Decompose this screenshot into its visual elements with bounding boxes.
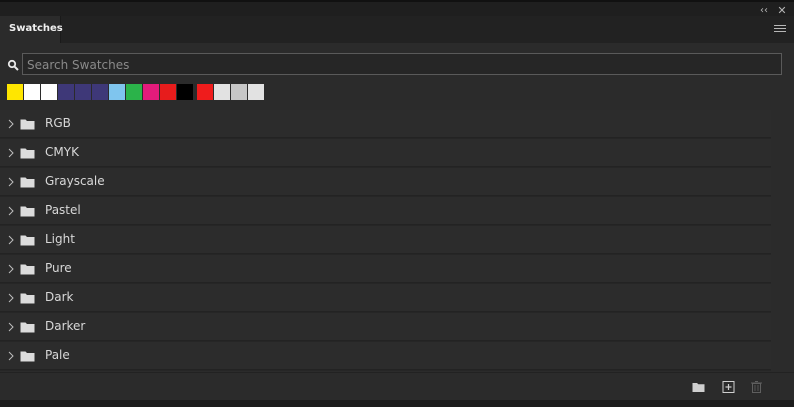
swatch[interactable] <box>143 84 159 100</box>
swatch-group-row[interactable]: Dark <box>0 284 771 312</box>
chevron-right-icon[interactable] <box>7 351 15 361</box>
swatch-group-label: Grayscale <box>45 174 105 188</box>
swatch-group-row[interactable]: Pure <box>0 255 771 283</box>
swatch-group-label: Pale <box>45 348 70 362</box>
swatch-group-row[interactable]: Light <box>0 226 771 254</box>
chevron-right-icon[interactable] <box>7 148 15 158</box>
swatch[interactable] <box>126 84 142 100</box>
folder-icon <box>20 119 35 130</box>
folder-icon <box>20 264 35 275</box>
search-input[interactable] <box>23 55 781 75</box>
swatch-group-label: CMYK <box>45 145 79 159</box>
search-field[interactable] <box>22 53 782 75</box>
swatch-group-label: Pure <box>45 261 72 275</box>
folder-icon <box>20 322 35 333</box>
new-folder-icon[interactable] <box>692 381 705 393</box>
folder-icon <box>20 351 35 362</box>
search-icon <box>7 59 19 71</box>
folder-icon <box>20 293 35 304</box>
panel-title-strip: ‹‹ ✕ <box>0 0 794 17</box>
swatch[interactable] <box>24 84 40 100</box>
swatch[interactable] <box>7 84 23 100</box>
trash-icon[interactable] <box>750 381 763 393</box>
hamburger-menu-icon[interactable] <box>774 25 786 34</box>
swatch[interactable] <box>197 84 213 100</box>
tab-label: Swatches <box>9 23 63 34</box>
chevron-right-icon[interactable] <box>7 177 15 187</box>
folder-icon <box>20 177 35 188</box>
folder-icon <box>20 235 35 246</box>
swatch[interactable] <box>231 84 247 100</box>
folder-icon <box>20 148 35 159</box>
swatch-group-row[interactable]: RGB <box>0 110 771 138</box>
recent-swatches <box>7 84 264 100</box>
swatches-panel: RGB CMYK Grayscale Pastel Light Pure Dark Darke… <box>0 43 794 407</box>
folder-icon <box>20 206 35 217</box>
swatch[interactable] <box>214 84 230 100</box>
new-swatch-icon[interactable] <box>722 381 735 393</box>
tab-swatches[interactable]: Swatches <box>0 16 63 43</box>
swatch[interactable] <box>248 84 264 100</box>
chevron-right-icon[interactable] <box>7 235 15 245</box>
swatch[interactable] <box>92 84 108 100</box>
swatch-group-label: RGB <box>45 116 71 130</box>
swatch-group-row[interactable]: CMYK <box>0 139 771 167</box>
chevron-right-icon[interactable] <box>7 206 15 216</box>
swatch-group-label: Light <box>45 232 75 246</box>
swatch-spacer <box>194 84 196 100</box>
swatch[interactable] <box>41 84 57 100</box>
swatch[interactable] <box>177 84 193 100</box>
chevron-right-icon[interactable] <box>7 264 15 274</box>
swatch[interactable] <box>75 84 91 100</box>
swatch[interactable] <box>160 84 176 100</box>
swatch-group-label: Darker <box>45 319 86 333</box>
swatch-group-label: Dark <box>45 290 74 304</box>
panel-footer <box>0 372 794 400</box>
swatch-group-row[interactable]: Pale <box>0 342 771 370</box>
swatch-group-row[interactable]: Grayscale <box>0 168 771 196</box>
swatch[interactable] <box>109 84 125 100</box>
chevron-right-icon[interactable] <box>7 322 15 332</box>
swatch-group-list: RGB CMYK Grayscale Pastel Light Pure Dark Darke… <box>0 110 771 371</box>
swatch-group-row[interactable]: Darker <box>0 313 771 341</box>
chevron-right-icon[interactable] <box>7 119 15 129</box>
scrollbar[interactable] <box>771 110 794 371</box>
swatch-group-label: Pastel <box>45 203 81 217</box>
bottom-resize-strip[interactable] <box>0 400 794 407</box>
chevron-right-icon[interactable] <box>7 293 15 303</box>
swatch[interactable] <box>58 84 74 100</box>
swatch-group-row[interactable]: Pastel <box>0 197 771 225</box>
tab-bar: Swatches <box>0 16 794 43</box>
